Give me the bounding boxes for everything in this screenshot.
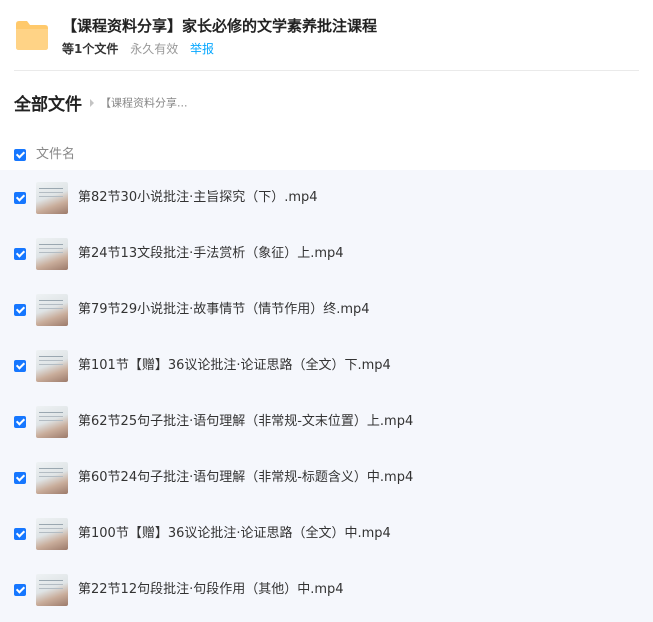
file-checkbox[interactable] xyxy=(14,192,26,204)
share-header: 【课程资料分享】家长必修的文学素养批注课程 等1个文件 永久有效 举报 xyxy=(0,0,653,70)
video-thumbnail xyxy=(36,462,68,494)
file-checkbox[interactable] xyxy=(14,584,26,596)
video-thumbnail xyxy=(36,574,68,606)
column-filename-label: 文件名 xyxy=(36,147,76,162)
video-thumbnail xyxy=(36,350,68,382)
file-row[interactable]: 第79节29小说批注·故事情节（情节作用）终.mp4 xyxy=(0,282,653,338)
file-row[interactable]: 第22节12句段批注·句段作用（其他）中.mp4 xyxy=(0,562,653,618)
file-checkbox[interactable] xyxy=(14,304,26,316)
folder-icon xyxy=(16,21,48,50)
file-row[interactable]: 第24节13文段批注·手法赏析（象征）上.mp4 xyxy=(0,226,653,282)
file-row[interactable]: 第82节30小说批注·主旨探究（下）.mp4 xyxy=(0,170,653,226)
file-name[interactable]: 第101节【赠】36议论批注·论证思路（全文）下.mp4 xyxy=(78,356,391,376)
file-count: 等1个文件 xyxy=(62,42,119,56)
file-name[interactable]: 第79节29小说批注·故事情节（情节作用）终.mp4 xyxy=(78,300,370,320)
share-meta: 等1个文件 永久有效 举报 xyxy=(62,40,214,57)
share-title: 【课程资料分享】家长必修的文学素养批注课程 xyxy=(62,17,378,35)
file-row[interactable]: 第60节24句子批注·语句理解（非常规-标题含义）中.mp4 xyxy=(0,450,653,506)
breadcrumb-separator-icon xyxy=(90,98,94,107)
video-thumbnail xyxy=(36,518,68,550)
select-all-checkbox[interactable] xyxy=(14,149,26,161)
file-checkbox[interactable] xyxy=(14,472,26,484)
report-link[interactable]: 举报 xyxy=(190,42,214,56)
file-list: 第82节30小说批注·主旨探究（下）.mp4 第24节13文段批注·手法赏析（象… xyxy=(0,170,653,622)
file-row[interactable]: 第100节【赠】36议论批注·论证思路（全文）中.mp4 xyxy=(0,506,653,562)
file-name[interactable]: 第62节25句子批注·语句理解（非常规-文末位置）上.mp4 xyxy=(78,412,413,432)
header-divider xyxy=(14,70,639,71)
file-checkbox[interactable] xyxy=(14,528,26,540)
video-thumbnail xyxy=(36,238,68,270)
breadcrumb-current: 【课程资料分享... xyxy=(100,96,188,110)
expiry-status: 永久有效 xyxy=(130,42,179,56)
breadcrumb-root[interactable]: 全部文件 xyxy=(14,95,82,115)
file-name[interactable]: 第100节【赠】36议论批注·论证思路（全文）中.mp4 xyxy=(78,524,391,544)
file-checkbox[interactable] xyxy=(14,248,26,260)
file-row[interactable]: 第62节25句子批注·语句理解（非常规-文末位置）上.mp4 xyxy=(0,394,653,450)
file-name[interactable]: 第82节30小说批注·主旨探究（下）.mp4 xyxy=(78,188,318,208)
video-thumbnail xyxy=(36,182,68,214)
file-row[interactable]: 第101节【赠】36议论批注·论证思路（全文）下.mp4 xyxy=(0,338,653,394)
file-name[interactable]: 第22节12句段批注·句段作用（其他）中.mp4 xyxy=(78,580,344,600)
video-thumbnail xyxy=(36,406,68,438)
file-checkbox[interactable] xyxy=(14,416,26,428)
video-thumbnail xyxy=(36,294,68,326)
file-checkbox[interactable] xyxy=(14,360,26,372)
breadcrumb: 全部文件 【课程资料分享... xyxy=(14,90,188,115)
file-name[interactable]: 第60节24句子批注·语句理解（非常规-标题含义）中.mp4 xyxy=(78,468,413,488)
file-name[interactable]: 第24节13文段批注·手法赏析（象征）上.mp4 xyxy=(78,244,344,264)
